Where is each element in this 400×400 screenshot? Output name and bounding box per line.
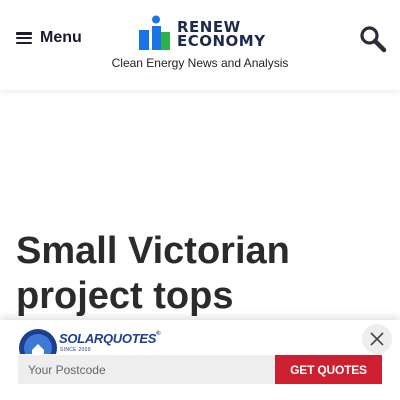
article-headline: Small Victorian project tops xyxy=(16,230,290,317)
hamburger-icon xyxy=(16,32,32,44)
logo-line-economy: ECONOMY xyxy=(177,32,266,50)
menu-label: Menu xyxy=(40,29,82,46)
solarquotes-ad: SOLARQUOTES® SINCE 2009 GET QUOTES xyxy=(0,320,400,400)
search-icon xyxy=(360,26,387,53)
close-icon xyxy=(370,332,384,346)
solarquotes-since: SINCE 2009 xyxy=(60,347,91,353)
menu-button[interactable]: Menu xyxy=(16,26,82,50)
renew-economy-logo[interactable]: RENEW ECONOMY xyxy=(139,15,266,51)
site-tagline: Clean Energy News and Analysis xyxy=(111,56,289,70)
solarquotes-logo[interactable]: SOLARQUOTES® SINCE 2009 xyxy=(18,324,161,354)
house-sun-icon xyxy=(19,329,57,354)
search-button[interactable] xyxy=(358,24,388,54)
postcode-input[interactable] xyxy=(18,355,275,384)
solarquotes-brand: SOLARQUOTES® xyxy=(59,331,161,346)
get-quotes-button[interactable]: GET QUOTES xyxy=(275,355,382,384)
logo-wordmark: RENEW ECONOMY xyxy=(177,20,266,50)
ad-close-button[interactable] xyxy=(362,324,392,354)
logo-mark-icon xyxy=(139,15,170,50)
site-header: Menu RENEW ECONOMY Clean Energy News and… xyxy=(0,0,400,90)
page: Menu RENEW ECONOMY Clean Energy News and… xyxy=(0,0,400,400)
